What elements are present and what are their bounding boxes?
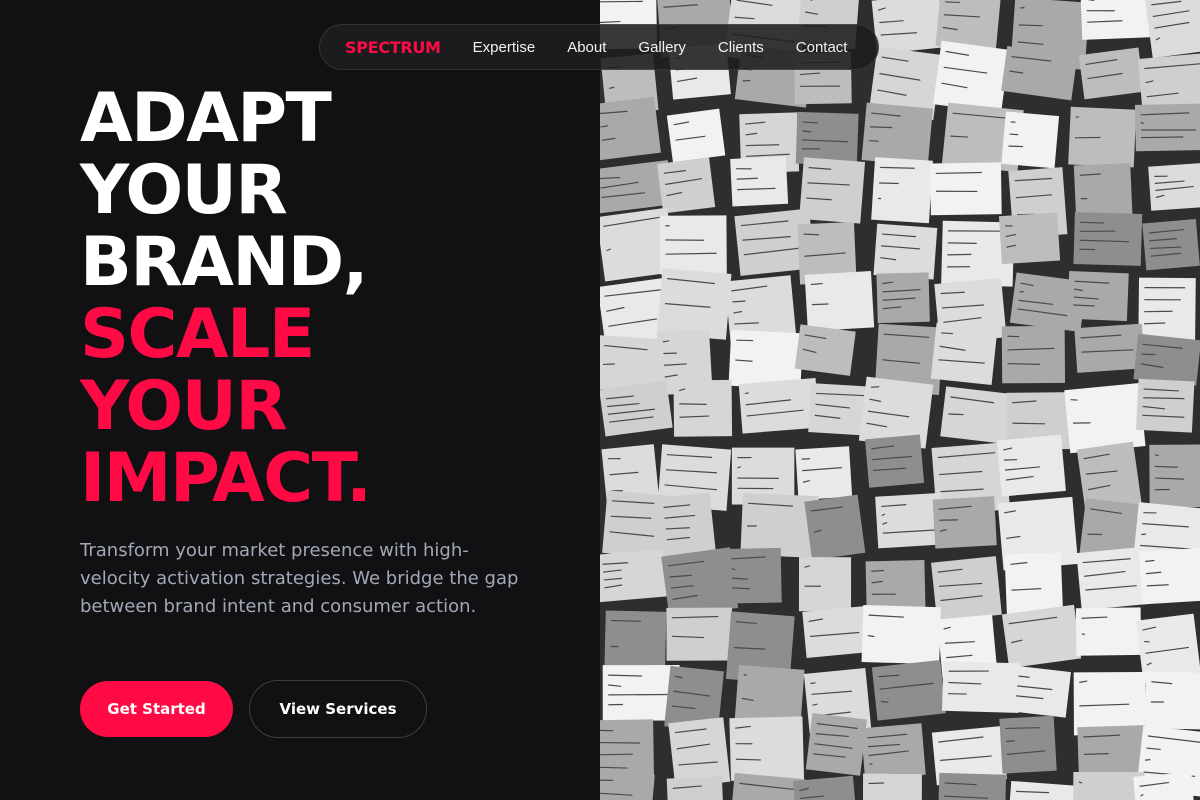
view-services-button[interactable]: View Services bbox=[249, 680, 427, 738]
headline-line-3: BRAND, bbox=[80, 223, 369, 302]
main-navigation: SPECTRUM Expertise About Gallery Clients… bbox=[319, 24, 879, 70]
hero-headline: ADAPT YOUR BRAND, SCALE YOUR IMPACT. bbox=[80, 79, 372, 518]
headline-line-6: IMPACT. bbox=[80, 439, 372, 518]
sticky-notes-illustration bbox=[600, 0, 1200, 800]
nav-link-gallery[interactable]: Gallery bbox=[638, 35, 686, 60]
nav-link-expertise[interactable]: Expertise bbox=[473, 35, 536, 60]
nav-link-contact[interactable]: Contact bbox=[796, 35, 848, 60]
hero-subtext: Transform your market presence with high… bbox=[80, 540, 519, 617]
nav-link-about[interactable]: About bbox=[567, 35, 606, 60]
brand-logo[interactable]: SPECTRUM bbox=[345, 38, 441, 57]
headline-line-2: YOUR bbox=[80, 151, 288, 230]
get-started-button[interactable]: Get Started bbox=[80, 681, 233, 737]
hero-image-sticky-notes-wall bbox=[600, 0, 1200, 800]
headline-line-4: SCALE bbox=[80, 295, 315, 374]
headline-line-1: ADAPT bbox=[80, 79, 332, 158]
headline-line-5: YOUR bbox=[80, 367, 288, 446]
nav-link-clients[interactable]: Clients bbox=[718, 35, 764, 60]
